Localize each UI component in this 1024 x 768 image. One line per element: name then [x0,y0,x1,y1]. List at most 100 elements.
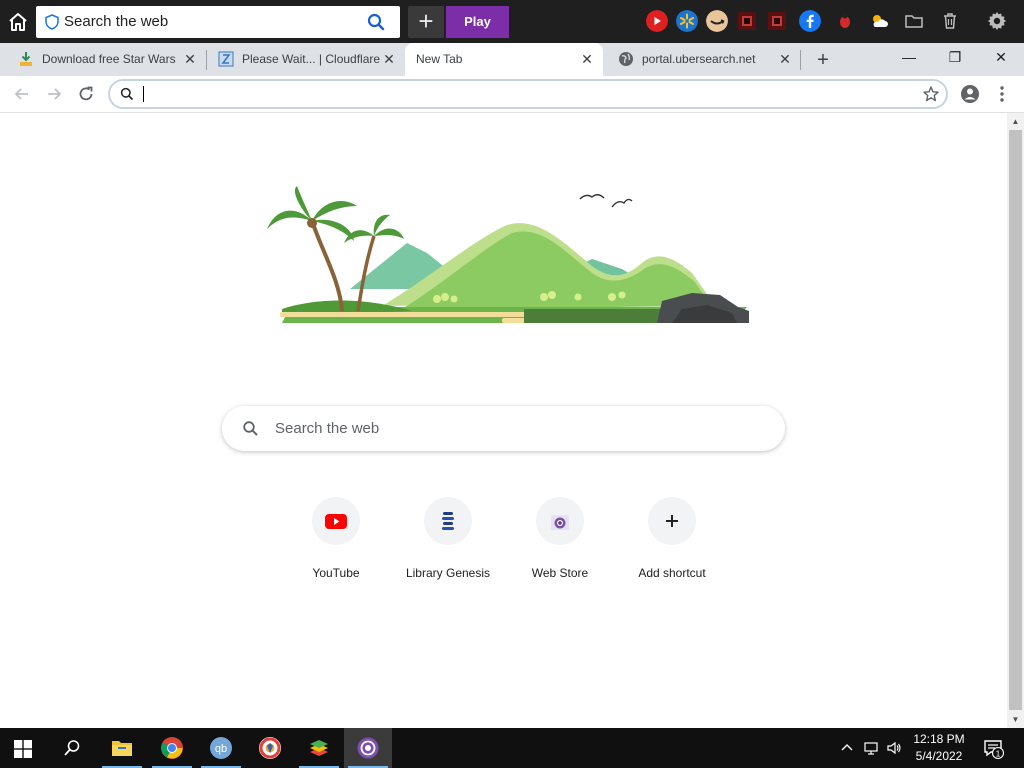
gear-icon[interactable] [986,10,1008,32]
tab-title: Please Wait... | Cloudflare [242,52,380,66]
globe-icon [619,52,633,66]
home-icon[interactable] [6,10,30,34]
shield-icon [45,14,59,30]
taskbar-brave[interactable] [246,728,294,768]
tab-title: Download free Star Wars [42,52,176,66]
windows-start-icon[interactable] [14,740,32,758]
address-bar[interactable] [108,79,948,109]
search-icon[interactable] [63,739,81,757]
weather-icon[interactable] [868,10,890,32]
news-icon[interactable] [766,10,788,32]
profile-avatar-icon[interactable] [960,84,980,104]
system-clock[interactable]: 12:18 PM 5/4/2022 [905,731,973,765]
chrome-icon [161,737,183,759]
shortcut-label: Web Store [531,566,589,580]
clock-time: 12:18 PM [913,732,965,746]
shortcut-add[interactable]: Add shortcut [616,493,728,593]
tab-title: New Tab [416,52,463,66]
vertical-scrollbar[interactable]: ▲ ▼ [1007,113,1024,728]
minimize-button[interactable]: — [886,43,932,73]
ntp-search-box[interactable]: Search the web [222,406,785,451]
cloudflare-icon [218,51,234,67]
shortcut-tile [648,497,696,545]
shortcut-tile [424,497,472,545]
close-tab-icon[interactable]: ✕ [182,51,198,67]
close-tab-icon[interactable]: ✕ [579,51,595,67]
taskbar-file-explorer[interactable] [98,728,146,768]
trash-icon[interactable] [939,10,961,32]
toolbar-search-box[interactable]: Search the web [36,6,400,38]
navigation-bar [0,76,1024,113]
close-tab-icon[interactable]: ✕ [381,51,397,67]
close-tab-icon[interactable]: ✕ [777,51,793,67]
bookmark-star-icon[interactable] [922,85,940,103]
tab-title: portal.ubersearch.net [642,52,756,66]
scroll-down-arrow-icon[interactable]: ▼ [1011,715,1020,724]
tab-ubersearch[interactable]: portal.ubersearch.net ✕ [604,43,800,76]
download-icon [20,52,32,66]
bug-icon[interactable] [834,10,856,32]
shortcut-youtube[interactable]: YouTube [280,493,392,593]
search-icon[interactable] [367,13,385,31]
tab-star-wars[interactable]: Download free Star Wars ✕ [4,43,206,76]
text-caret [143,86,144,102]
tor-browser-icon [357,737,379,759]
close-window-button[interactable]: ✕ [978,43,1024,73]
shortcut-tile [312,497,360,545]
notification-center-icon[interactable]: 1 [983,738,1005,760]
bluestacks-icon [310,740,328,756]
shortcut-library-genesis[interactable]: Library Genesis [392,493,504,593]
network-icon[interactable] [863,740,879,756]
tab-cloudflare[interactable]: Please Wait... | Cloudflare ✕ [204,43,404,76]
clock-date: 5/4/2022 [915,749,963,763]
new-tab-page: Search the web YouTube Library Genesis W… [0,113,1007,728]
forward-arrow-icon[interactable] [44,84,64,104]
address-input[interactable] [142,84,902,104]
shortcut-label: Library Genesis [405,566,491,580]
svg-text:qb: qb [215,743,227,755]
tab-new-tab[interactable]: New Tab ✕ [405,43,603,76]
tab-separator [800,50,801,70]
facebook-icon[interactable] [799,10,821,32]
taskbar-tor-browser[interactable] [344,728,392,768]
notification-count: 1 [996,748,1001,758]
library-genesis-icon [442,512,454,530]
qbittorrent-icon: qb [210,737,232,759]
brave-icon [259,737,281,759]
extension-toolbar: Search the web + Play [0,0,1024,43]
chevron-up-icon[interactable] [839,740,855,756]
amazon-icon[interactable] [706,10,728,32]
youtube-icon [325,514,347,529]
news-icon[interactable] [736,10,758,32]
search-icon [120,87,134,101]
play-button[interactable]: Play [446,6,509,38]
ntp-search-placeholder: Search the web [275,420,380,437]
file-explorer-icon [112,741,132,756]
youtube-icon[interactable] [646,10,668,32]
scrollbar-thumb[interactable] [1009,130,1022,710]
back-arrow-icon[interactable] [12,84,32,104]
menu-kebab-icon[interactable] [994,84,1010,104]
volume-icon[interactable] [886,740,902,756]
shortcut-web-store[interactable]: Web Store [504,493,616,593]
shortcut-label: YouTube [312,566,360,580]
walmart-icon[interactable] [676,10,698,32]
shortcut-label: Add shortcut [638,566,706,580]
new-tab-button[interactable]: + [812,49,834,71]
shortcut-tile [536,497,584,545]
scroll-up-arrow-icon[interactable]: ▲ [1011,117,1020,126]
folder-icon[interactable] [903,10,925,32]
web-store-icon [551,515,569,530]
taskbar-chrome[interactable] [148,728,196,768]
maximize-button[interactable]: ❐ [932,43,978,73]
tropical-island-illustration [267,186,749,323]
taskbar-qbittorrent[interactable]: qb [197,728,245,768]
add-button[interactable]: + [408,6,444,38]
tab-separator [206,50,207,70]
plus-icon [666,515,678,527]
taskbar-bluestacks[interactable] [295,728,343,768]
reload-icon[interactable] [76,84,96,104]
tab-strip: Download free Star Wars ✕ Please Wait...… [0,43,1024,76]
windows-taskbar: qb 12:18 PM 5/4/2022 1 [0,728,1024,768]
search-icon [243,421,258,436]
